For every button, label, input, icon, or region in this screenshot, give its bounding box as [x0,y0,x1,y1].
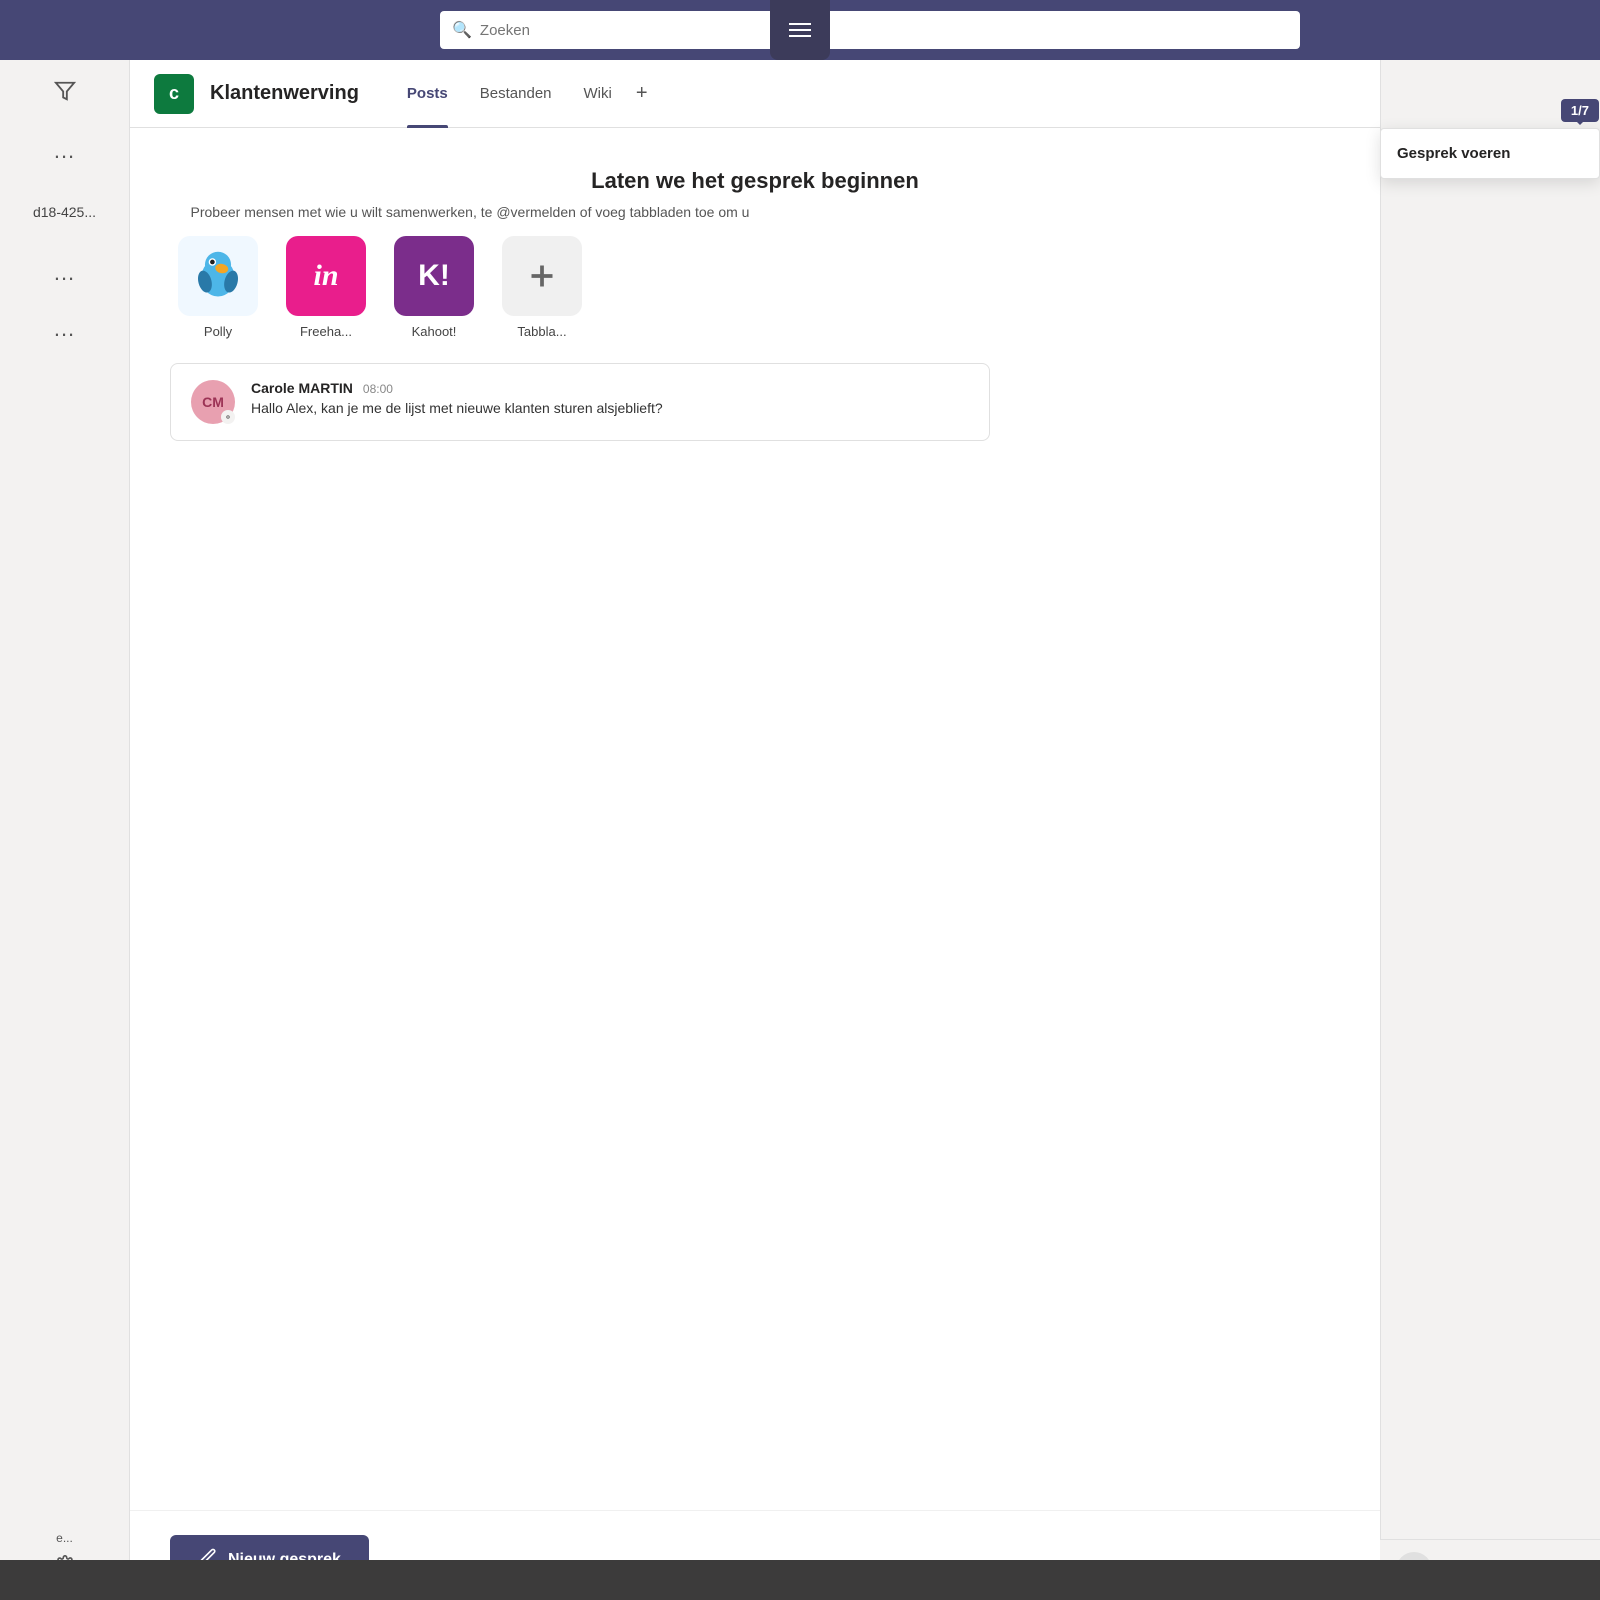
search-bar[interactable]: 🔍 [440,11,1300,49]
hamburger-icon [789,23,811,37]
empty-state: Laten we het gesprek beginnen Probeer me… [170,168,1340,220]
app-polly[interactable]: Polly [170,236,266,339]
channel-logo: c [154,74,194,114]
callout-badge: 1/7 [1561,99,1599,122]
freehand-label: Freeha... [300,324,352,339]
sidebar-dots-2[interactable]: ... [54,260,75,286]
channel-item-name: d18-425... [33,204,96,220]
message-author: Carole MARTIN [251,380,353,396]
app-add[interactable]: Tabbla... [494,236,590,339]
channel-tabs: Posts Bestanden Wiki + [391,60,656,128]
channel-title: Klantenwerving [210,82,359,105]
sidebar-filter[interactable] [54,80,76,108]
polly-icon-box [178,236,258,316]
sidebar-dots-1[interactable]: ... [54,138,75,164]
message-card: CM Carole MARTIN 08:00 Hallo Alex, kan j… [170,363,990,441]
callout-title: Gesprek voeren [1397,145,1583,162]
tab-wiki[interactable]: Wiki [568,60,628,128]
message-time: 08:00 [363,382,393,396]
hamburger-menu[interactable] [770,0,830,60]
posts-scroll-area: Laten we het gesprek beginnen Probeer me… [130,128,1380,1510]
search-icon: 🔍 [452,20,472,40]
kahoot-icon-box: K! [394,236,474,316]
add-tab-button[interactable]: + [628,60,656,128]
sidebar-channel-item[interactable]: d18-425... [17,194,112,230]
kahoot-label: Kahoot! [412,324,457,339]
top-bar: 🔍 [0,0,1600,60]
search-input[interactable] [480,22,1288,39]
callout-panel: 1/7 Gesprek voeren [1380,128,1600,179]
add-icon-box [502,236,582,316]
polly-label: Polly [204,324,232,339]
tab-posts[interactable]: Posts [391,60,464,128]
channel-header: c Klantenwerving Posts Bestanden Wiki + [130,60,1380,128]
sidebar-bottom-label: e... [56,1531,73,1545]
empty-state-description: Probeer mensen met wie u wilt samenwerke… [170,204,770,220]
filter-icon [54,80,76,108]
main-content: c Klantenwerving Posts Bestanden Wiki + … [130,60,1600,1600]
app-icons-row: Polly in Freeha... K! Kahoot! [170,236,1340,339]
add-label: Tabbla... [517,324,566,339]
tab-bestanden[interactable]: Bestanden [464,60,568,128]
message-header: Carole MARTIN 08:00 [251,380,969,396]
sidebar: ... d18-425... ... ... e... [0,60,130,1600]
freehand-logo-text: in [313,259,338,293]
kahoot-logo-text: K! [418,259,450,293]
empty-state-heading: Laten we het gesprek beginnen [170,168,1340,194]
freehand-icon-box: in [286,236,366,316]
app-freehand[interactable]: in Freeha... [278,236,374,339]
avatar-cm: CM [191,380,235,424]
avatar-status [221,410,235,424]
posts-panel: c Klantenwerving Posts Bestanden Wiki + … [130,60,1380,1600]
dark-bottom-bar [0,1560,1600,1600]
sidebar-dots-3[interactable]: ... [54,316,75,342]
app-kahoot[interactable]: K! Kahoot! [386,236,482,339]
message-text: Hallo Alex, kan je me de lijst met nieuw… [251,400,969,416]
message-body: Carole MARTIN 08:00 Hallo Alex, kan je m… [251,380,969,424]
